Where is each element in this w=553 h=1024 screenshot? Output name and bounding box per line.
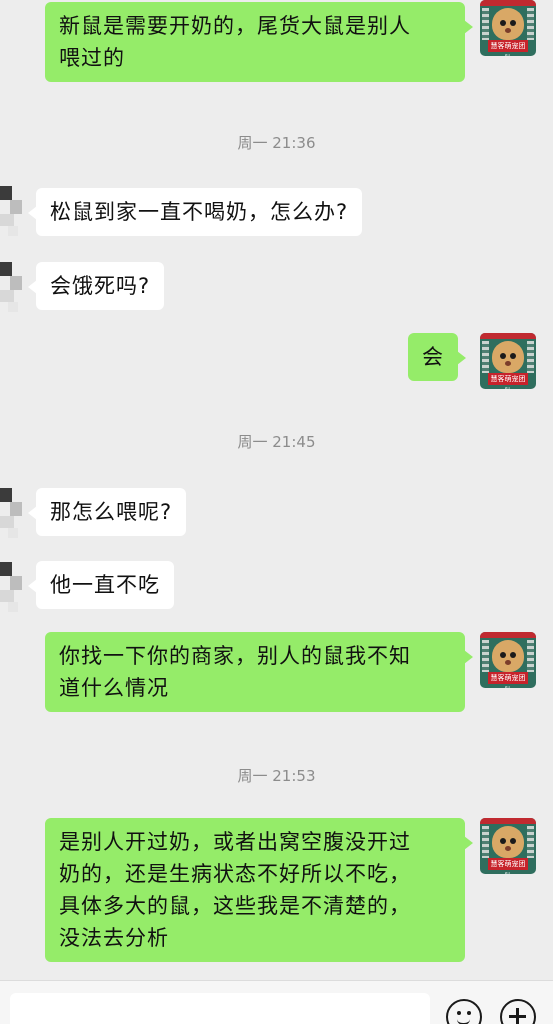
hamster-icon <box>492 341 524 373</box>
emoji-icon[interactable] <box>446 999 482 1024</box>
peer-avatar[interactable] <box>0 488 24 540</box>
peer-avatar[interactable] <box>0 186 24 238</box>
message-bubble-incoming[interactable]: 松鼠到家一直不喝奶，怎么办? <box>27 188 363 236</box>
avatar-banner: 慧客萌宠团队 <box>488 373 528 389</box>
self-avatar[interactable]: 慧客萌宠团队 <box>480 0 536 56</box>
avatar-banner: 慧客萌宠团队 <box>488 672 528 688</box>
message-bubble-outgoing[interactable]: 新鼠是需要开奶的，尾货大鼠是别人 喂过的 <box>45 2 473 82</box>
message-bubble-incoming[interactable]: 会饿死吗? <box>27 262 165 310</box>
message-input[interactable] <box>10 993 430 1024</box>
peer-avatar[interactable] <box>0 562 24 614</box>
plus-circle-icon[interactable] <box>500 999 536 1024</box>
timestamp: 周一 21:36 <box>237 134 316 152</box>
chat-window: 新鼠是需要开奶的，尾货大鼠是别人 喂过的 慧客萌宠团队 周一 21:36 松鼠到… <box>0 0 553 1024</box>
hamster-icon <box>492 826 524 858</box>
self-avatar[interactable]: 慧客萌宠团队 <box>480 333 536 389</box>
message-bubble-incoming[interactable]: 那怎么喂呢? <box>27 488 187 536</box>
message-bubble-outgoing[interactable]: 你找一下你的商家，别人的鼠我不知 道什么情况 <box>45 632 473 712</box>
self-avatar[interactable]: 慧客萌宠团队 <box>480 632 536 688</box>
input-bar <box>0 980 553 1024</box>
self-avatar[interactable]: 慧客萌宠团队 <box>480 818 536 874</box>
message-bubble-outgoing[interactable]: 会 <box>408 333 466 381</box>
message-bubble-outgoing[interactable]: 是别人开过奶，或者出窝空腹没开过 奶的，还是生病状态不好所以不吃， 具体多大的鼠… <box>45 818 473 962</box>
avatar-banner: 慧客萌宠团队 <box>488 858 528 874</box>
timestamp: 周一 21:45 <box>237 433 316 451</box>
timestamp: 周一 21:53 <box>237 767 316 785</box>
peer-avatar[interactable] <box>0 262 24 314</box>
hamster-icon <box>492 640 524 672</box>
message-bubble-incoming[interactable]: 他一直不吃 <box>28 561 174 609</box>
avatar-banner: 慧客萌宠团队 <box>488 40 528 56</box>
hamster-icon <box>492 8 524 40</box>
